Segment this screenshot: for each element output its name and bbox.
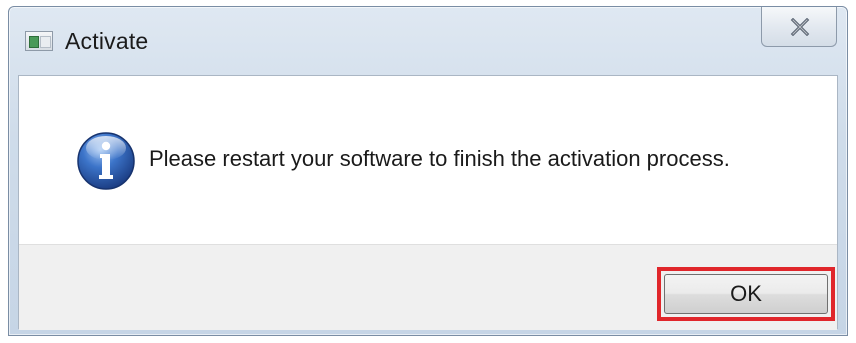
app-icon-green-block <box>29 36 39 48</box>
dialog-client-area: Please restart your software to finish t… <box>18 75 838 330</box>
close-x-icon <box>790 18 810 36</box>
ok-button-highlight: OK <box>657 267 835 321</box>
app-icon-panel <box>40 36 51 48</box>
app-window-icon <box>25 31 53 51</box>
message-area: Please restart your software to finish t… <box>19 76 837 244</box>
title-bar[interactable]: Activate <box>9 7 847 75</box>
close-button[interactable] <box>761 7 837 47</box>
activate-dialog: Activate Please restart your software to… <box>8 6 848 336</box>
info-icon <box>77 132 135 190</box>
window-title: Activate <box>65 28 149 54</box>
message-text: Please restart your software to finish t… <box>149 146 730 171</box>
ok-button[interactable]: OK <box>664 274 828 314</box>
button-bar: OK <box>19 244 837 330</box>
